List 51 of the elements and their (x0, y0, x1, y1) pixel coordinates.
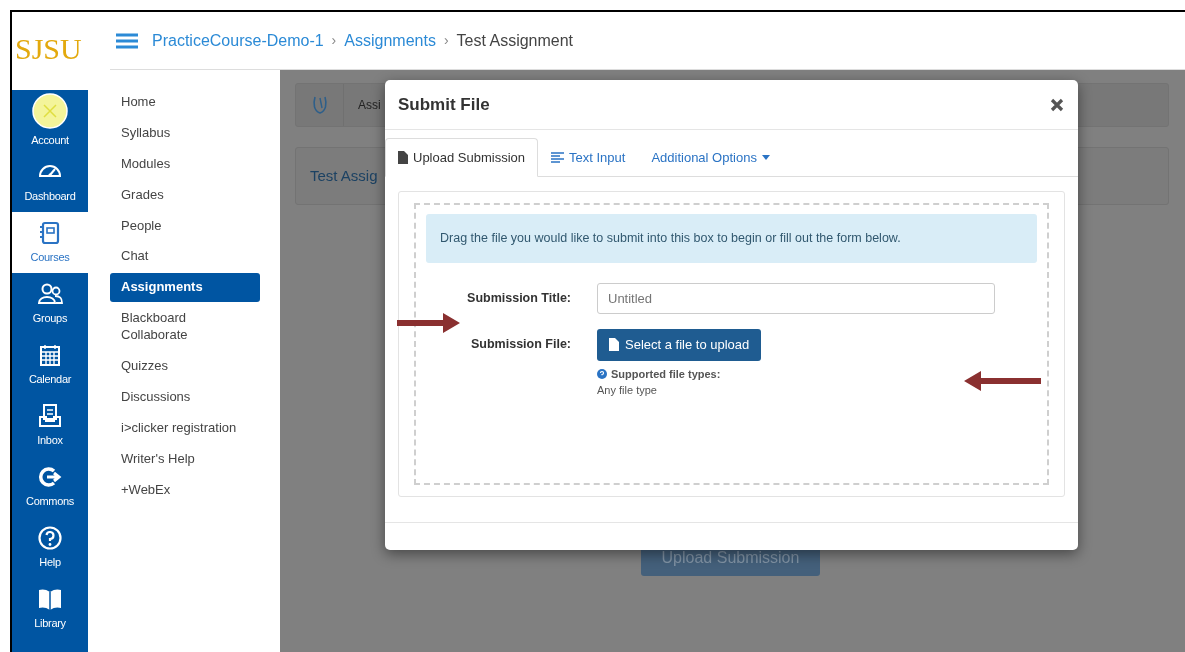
course-nav-link[interactable]: Writer's Help (110, 444, 260, 474)
nav-item[interactable]: Calendar (12, 334, 88, 395)
help-icon (37, 524, 63, 551)
tab[interactable]: Text Input (538, 138, 639, 177)
close-icon[interactable] (1050, 97, 1064, 112)
title-input[interactable]: Untitled (597, 282, 995, 314)
course-nav-link[interactable]: Chat (110, 242, 260, 272)
nav-item[interactable]: Inbox (12, 395, 88, 456)
nav-item[interactable]: Library (12, 578, 88, 639)
course-nav-link[interactable]: Grades (110, 180, 260, 210)
tab[interactable]: Additional Options (638, 138, 783, 177)
nav-item[interactable]: Commons (12, 456, 88, 517)
nav-item[interactable]: Account (12, 90, 88, 151)
course-nav-link[interactable]: Modules (110, 149, 260, 179)
toolbar-text: Assi (358, 97, 381, 114)
nav-item[interactable]: Courses (12, 212, 88, 273)
course-nav-link[interactable]: People (110, 211, 260, 241)
breadcrumb-separator: › (331, 31, 337, 50)
menu-icon[interactable] (116, 32, 138, 49)
assignment-title: Test Assig (310, 165, 378, 186)
course-nav-link[interactable]: +WebEx (110, 475, 260, 505)
annotation-arrow (397, 312, 461, 334)
course-nav-link[interactable]: Home (110, 88, 260, 117)
modal-title: Submit File (398, 93, 490, 116)
course-nav-link[interactable]: Blackboard Collaborate (110, 304, 260, 350)
help-title: Supported file types: (611, 366, 721, 382)
nav-item[interactable]: Dashboard (12, 151, 88, 212)
avatar-icon (32, 92, 68, 129)
file-icon (609, 338, 619, 352)
breadcrumb-current: Test Assignment (456, 30, 574, 51)
caret-icon (761, 155, 770, 160)
info-alert: Drag the file you would like to submit into this box to begin or fill out the form below. (426, 214, 1037, 263)
tab[interactable]: Upload Submission (385, 138, 538, 177)
field-label: Submission Title: (466, 289, 571, 307)
breadcrumb-link[interactable]: Assignments (344, 28, 436, 53)
course-nav-link[interactable]: i>clicker registration (110, 413, 260, 443)
help-icon (597, 369, 607, 379)
nav-item[interactable]: Groups (12, 273, 88, 334)
course-nav-link[interactable]: Assignments (110, 273, 260, 303)
course-nav-link[interactable]: Syllabus (110, 118, 260, 148)
field-label: Submission File: (470, 336, 571, 354)
lines-icon (551, 152, 564, 163)
course-nav-link[interactable]: Quizzes (110, 352, 260, 381)
select-file-button[interactable]: Select a file to upload (597, 328, 762, 361)
nav-item[interactable]: Help (12, 517, 88, 578)
file-icon (398, 151, 408, 164)
breadcrumb-separator: › (443, 31, 449, 50)
inbox-icon (37, 402, 63, 429)
breadcrumb-link[interactable]: PracticeCourse-Demo-1 (152, 28, 324, 53)
help-text: Any file type (597, 383, 658, 399)
course-nav-link[interactable]: Discussions (110, 382, 260, 412)
